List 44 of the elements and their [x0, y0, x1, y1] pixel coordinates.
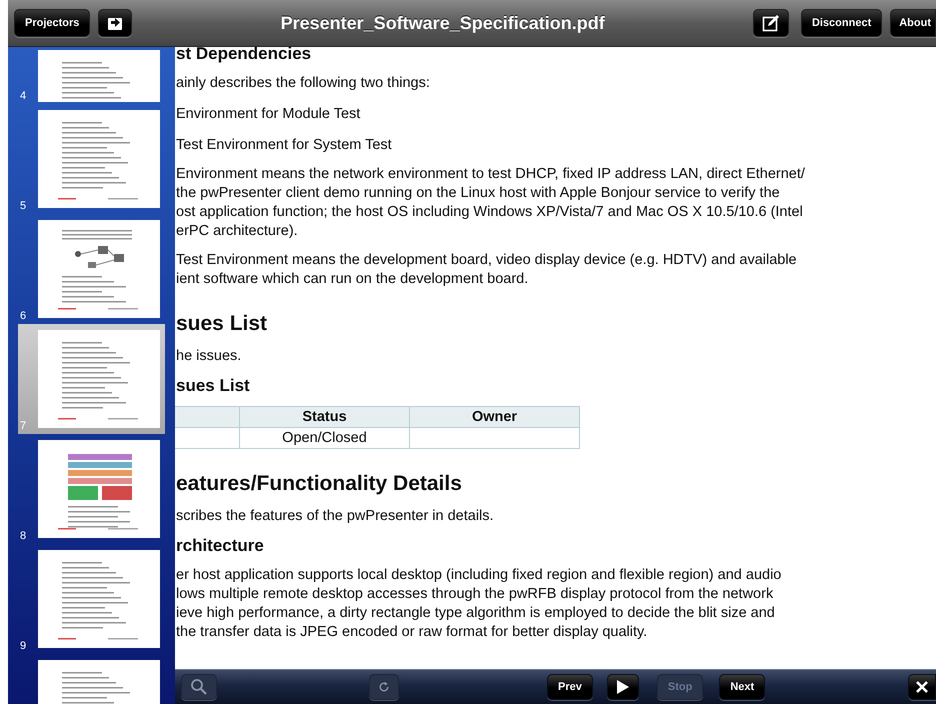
section-heading: sues List [176, 311, 268, 337]
document-title: Presenter_Software_Specification.pdf [280, 12, 606, 34]
paragraph: Test Environment means the development board, video display device (e.g. HDTV) and available ient software which can run on the development board. [176, 251, 798, 289]
export-icon [107, 15, 124, 31]
close-icon [915, 680, 929, 694]
paragraph: ainly describes the following two things: [176, 74, 431, 93]
page-number: 8 [20, 530, 26, 542]
section-heading: sues List [176, 376, 251, 396]
page-number: 6 [20, 310, 26, 322]
section-heading: rchitecture [176, 536, 265, 556]
page-number: 4 [20, 90, 26, 102]
table-header-cell: Status [240, 406, 410, 428]
table-cell [175, 428, 240, 448]
table-cell: Open/Closed [240, 428, 410, 448]
list-item-text: Environment for Module Test [176, 105, 362, 124]
text-button[interactable]: About [890, 9, 936, 37]
text-button[interactable]: Disconnect [800, 9, 882, 37]
section-heading: eatures/Functionality Details [176, 471, 463, 497]
paragraph: he issues. [176, 347, 242, 366]
list-item-text: Test Environment for System Test [176, 136, 393, 155]
table-header-cell: Owner [410, 406, 580, 428]
section-heading: st Dependencies [176, 47, 312, 64]
export-button[interactable] [98, 9, 132, 37]
search-icon [190, 678, 208, 696]
page-number: 7 [20, 420, 26, 432]
page-number: 5 [20, 200, 26, 212]
page-thumbnail-item[interactable]: 4 [18, 47, 165, 104]
close-button[interactable] [908, 674, 936, 700]
table-header-cell [175, 406, 240, 428]
edit-icon [762, 14, 780, 32]
text-button[interactable]: Prev [547, 674, 593, 700]
play-icon [616, 679, 630, 695]
page-thumbnail-item[interactable]: 6 [18, 214, 165, 324]
page-thumbnail-item[interactable]: 5 [18, 104, 165, 214]
play-button[interactable] [606, 674, 639, 700]
page-thumbnail-item[interactable]: 8 [18, 434, 165, 544]
page-number: 9 [20, 640, 26, 652]
paragraph: Environment means the network environment to test DHCP, fixed IP address LAN, direct Ethernet/ the pwPresenter client demo running on the Linux host with Apple Bonjour service to verify the ost application function; the host OS including Windows XP/Vista/7 and Mac OS X 10.5/10.6 (Intel erPC architecture). [176, 165, 806, 241]
page-thumbnail-item[interactable]: 9 [18, 544, 165, 654]
text-button[interactable]: Projectors [14, 9, 90, 37]
text-button[interactable]: Next [719, 674, 766, 700]
paragraph: scribes the features of the pwPresenter in details. [176, 507, 495, 526]
edit-button[interactable] [752, 9, 789, 37]
paragraph: er host application supports local desktop (including fixed region and flexible region) and audio lows multiple remote desktop accesses through the pwRFB display protocol from the network ieve high performance, a dirty rectangle type algorithm is employed to decide the blit size and the transfer data is JPEG encoded or raw format for better display quality. [176, 566, 782, 642]
